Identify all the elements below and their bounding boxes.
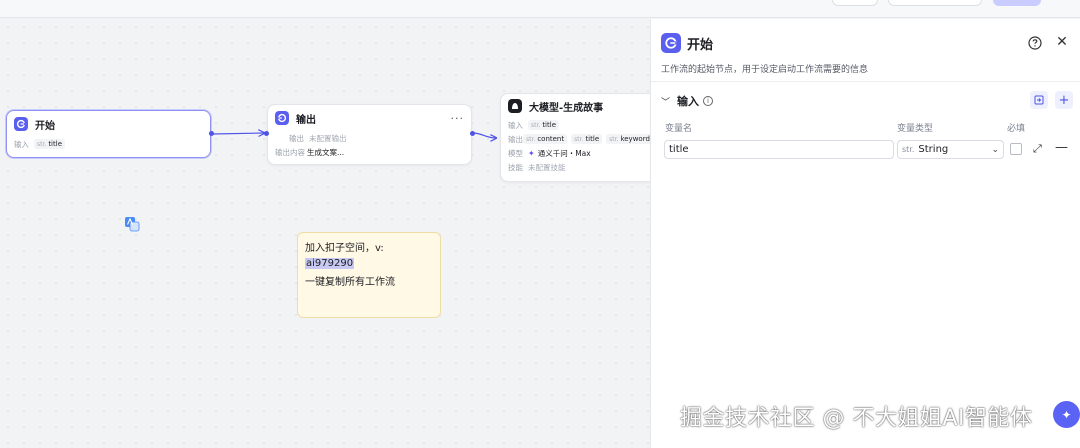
workflow-edges bbox=[211, 0, 650, 448]
variable-name-field[interactable] bbox=[664, 140, 894, 159]
help-icon[interactable] bbox=[1028, 36, 1042, 50]
output-node-title: 输出 bbox=[296, 114, 316, 126]
start-node-input-label: 输入 bbox=[14, 139, 29, 149]
note-line: 加入扣子空间，v: bbox=[305, 243, 384, 254]
edge-output-to-llm bbox=[472, 132, 496, 138]
input-section-header[interactable]: ﹀ 输入 i bbox=[661, 93, 714, 109]
llm-node-skill-row: 技能 未配置技能 bbox=[508, 162, 566, 172]
variable-tag: str. title bbox=[571, 134, 603, 144]
output-node-content-row: 输出内容 生成文案... bbox=[275, 147, 345, 157]
output-node-input-port[interactable] bbox=[264, 131, 269, 136]
toolbar-button[interactable] bbox=[888, 0, 982, 6]
sticky-note[interactable]: 加入扣子空间，v: ai979290 一键复制所有工作流 bbox=[297, 232, 441, 318]
variable-tag: str. keyword bbox=[606, 134, 653, 144]
start-node-icon bbox=[14, 117, 28, 131]
output-node[interactable]: 输出 ··· 输出 未配置输出 输出内容 生成文案... bbox=[267, 104, 472, 165]
output-node-output-row: 输出 未配置输出 bbox=[289, 133, 347, 143]
edge-start-to-output bbox=[211, 133, 264, 134]
variable-tag: str. title bbox=[528, 120, 559, 130]
llm-model-icon bbox=[508, 99, 522, 113]
llm-node-input-row: 输入 str. title bbox=[501, 118, 650, 132]
note-line: 一键复制所有工作流 bbox=[305, 277, 395, 288]
llm-node-title: 大模型-生成故事 bbox=[529, 102, 604, 114]
qwen-model-icon: ✦ bbox=[528, 148, 535, 158]
translate-icon[interactable] bbox=[124, 216, 140, 232]
start-node-input-row: 输入 str. title bbox=[7, 137, 210, 151]
more-icon[interactable]: ··· bbox=[451, 112, 465, 125]
variable-tag: str. title bbox=[34, 139, 65, 149]
variable-tag: str. content bbox=[523, 134, 568, 144]
start-node[interactable]: 开始 输入 str. title bbox=[6, 110, 211, 158]
panel-description: 工作流的起始节点，用于设定启动工作流需要的信息 bbox=[661, 65, 869, 75]
remove-variable-icon[interactable]: — bbox=[1055, 140, 1068, 155]
section-title: 输入 bbox=[677, 95, 700, 108]
start-node-title: 开始 bbox=[35, 120, 55, 132]
node-config-panel: 开始 ✕ 工作流的起始节点，用于设定启动工作流需要的信息 ﹀ 输入 i + 变量… bbox=[650, 19, 1080, 448]
toolbar-primary-button[interactable] bbox=[993, 0, 1041, 6]
llm-node[interactable]: 大模型-生成故事 输入 str. title 输出 str. content str… bbox=[500, 93, 653, 182]
variable-type-select[interactable]: str. String ⌄ bbox=[897, 140, 1004, 159]
add-variable-button[interactable]: + bbox=[1055, 91, 1073, 109]
ai-assistant-button[interactable]: ✦ bbox=[1053, 401, 1080, 428]
divider bbox=[651, 81, 1080, 82]
import-variable-button[interactable] bbox=[1030, 91, 1048, 109]
toolbar-button[interactable] bbox=[832, 0, 878, 6]
required-checkbox[interactable] bbox=[1010, 143, 1022, 155]
column-header-required: 必填 bbox=[1007, 124, 1026, 134]
output-node-output-port[interactable] bbox=[470, 131, 475, 136]
column-header-name: 变量名 bbox=[665, 124, 693, 134]
panel-title: 开始 bbox=[687, 37, 714, 53]
watermark-text: 掘金技术社区 @ 不大姐姐AI智能体 bbox=[680, 406, 1033, 431]
chevron-down-icon: ⌄ bbox=[991, 144, 999, 155]
output-node-icon bbox=[275, 111, 289, 125]
llm-node-output-row: 输出 str. content str. title str. keyword bbox=[501, 132, 653, 146]
close-icon[interactable]: ✕ bbox=[1055, 35, 1069, 49]
start-node-icon bbox=[661, 33, 681, 53]
start-node-output-port[interactable] bbox=[209, 131, 214, 136]
info-icon[interactable]: i bbox=[703, 96, 714, 106]
expand-icon[interactable]: ⤢ bbox=[1033, 142, 1042, 156]
llm-node-model-row: 模型 ✦ 通义千问・Max bbox=[508, 148, 591, 158]
column-header-type: 变量类型 bbox=[897, 124, 934, 134]
note-highlight-text: ai979290 bbox=[305, 258, 355, 269]
chevron-down-icon[interactable]: ﹀ bbox=[661, 95, 670, 108]
variable-name-input[interactable] bbox=[669, 144, 889, 155]
